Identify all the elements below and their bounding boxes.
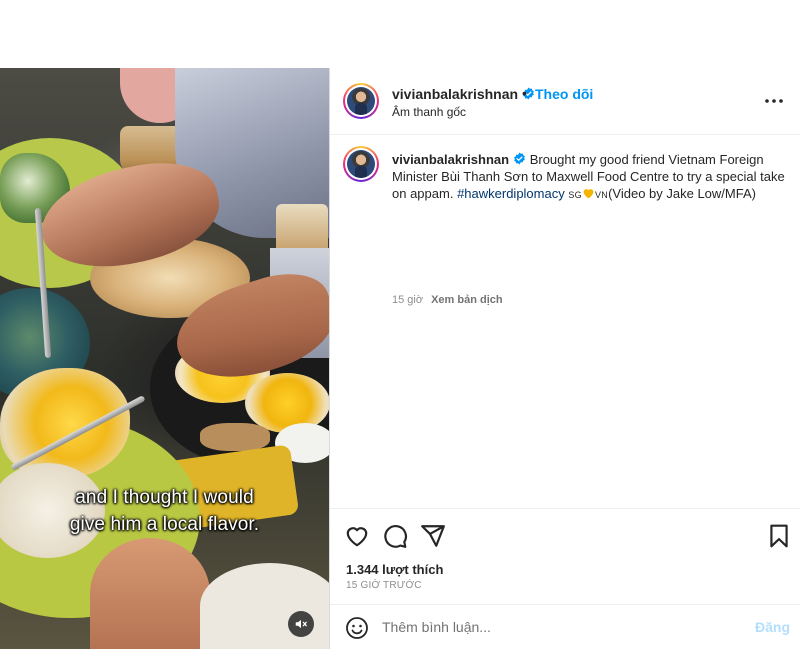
mute-button[interactable] bbox=[288, 611, 314, 637]
more-options-icon[interactable] bbox=[762, 92, 786, 110]
handshake-heart-icon bbox=[583, 189, 594, 199]
separator-dot: • bbox=[522, 85, 527, 101]
share-icon[interactable] bbox=[420, 523, 446, 549]
video-subtitle-line-2: give him a local flavor. bbox=[69, 514, 260, 535]
page-top-blank bbox=[0, 0, 800, 68]
author-username-text[interactable]: vivianbalakrishnan bbox=[392, 86, 518, 102]
hashtag-link[interactable]: #hawkerdiplomacy bbox=[457, 186, 565, 201]
comment-icon[interactable] bbox=[382, 523, 408, 549]
caption-avatar[interactable] bbox=[343, 146, 379, 182]
heart-icon[interactable] bbox=[344, 523, 370, 549]
post-header: vivianbalakrishnan • Theo dõi Âm thanh g… bbox=[330, 68, 800, 135]
hand-front bbox=[90, 538, 210, 649]
follow-button[interactable]: Theo dõi bbox=[535, 86, 593, 102]
comment-bar: Đăng bbox=[330, 604, 800, 649]
caption-time: 15 giờ bbox=[392, 294, 424, 306]
original-audio-link[interactable]: Âm thanh gốc bbox=[392, 105, 466, 119]
crumb-topping bbox=[200, 423, 270, 451]
caption-username[interactable]: vivianbalakrishnan bbox=[392, 152, 509, 167]
see-translation-link[interactable]: Xem bản dịch bbox=[431, 294, 503, 306]
caption-text: vivianbalakrishnan Brought my good frien… bbox=[392, 151, 792, 204]
flag-vn: VN bbox=[594, 190, 609, 200]
white-cup bbox=[200, 563, 329, 649]
speaker-muted-icon bbox=[295, 619, 307, 629]
emoji-icon[interactable] bbox=[345, 616, 369, 640]
reel-video[interactable]: and I thought I would give him a local f… bbox=[0, 68, 329, 649]
bookmark-icon[interactable] bbox=[766, 523, 792, 549]
caption-meta: 15 giờ Xem bản dịch bbox=[392, 294, 503, 306]
author-username[interactable]: vivianbalakrishnan bbox=[392, 86, 535, 102]
caption-suffix: (Video by Jake Low/MFA) bbox=[608, 186, 756, 201]
comment-input[interactable] bbox=[382, 615, 732, 639]
post-timestamp[interactable]: 15 GIỜ TRƯỚC bbox=[346, 580, 422, 591]
post-panel: vivianbalakrishnan • Theo dõi Âm thanh g… bbox=[329, 68, 800, 649]
author-avatar[interactable] bbox=[343, 83, 379, 119]
like-count[interactable]: 1.344 lượt thích bbox=[346, 562, 443, 577]
flag-sg: SG bbox=[568, 190, 582, 200]
action-bar: 1.344 lượt thích 15 GIỜ TRƯỚC bbox=[330, 508, 800, 618]
video-subtitle-line-1: and I thought I would bbox=[75, 487, 254, 508]
post-comment-button[interactable]: Đăng bbox=[755, 619, 790, 635]
verified-badge-icon bbox=[514, 152, 525, 165]
